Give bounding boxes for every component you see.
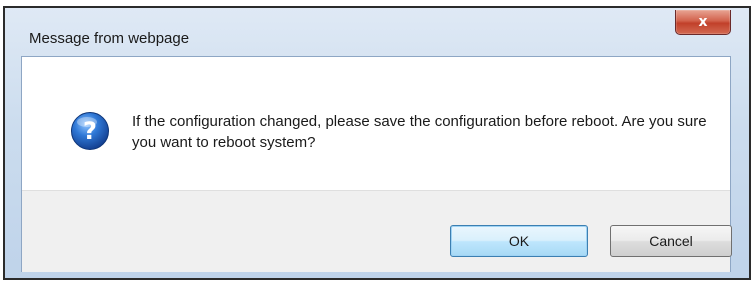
cancel-button[interactable]: Cancel [610, 225, 732, 257]
dialog-content: ? If the configuration changed, please s… [22, 57, 730, 190]
question-icon: ? [71, 112, 109, 150]
dialog-client-area: ? If the configuration changed, please s… [21, 56, 732, 272]
message-dialog: Message from webpage x ? If the configur… [3, 6, 751, 280]
close-button[interactable]: x [675, 10, 731, 35]
dialog-title: Message from webpage [29, 30, 190, 47]
page: Message from webpage x ? If the configur… [0, 0, 755, 282]
dialog-message: If the configuration changed, please sav… [132, 113, 707, 151]
dialog-button-bar: OK Cancel [22, 190, 732, 272]
ok-button[interactable]: OK [450, 225, 588, 257]
close-icon: x [698, 14, 708, 30]
question-glyph: ? [83, 117, 97, 145]
